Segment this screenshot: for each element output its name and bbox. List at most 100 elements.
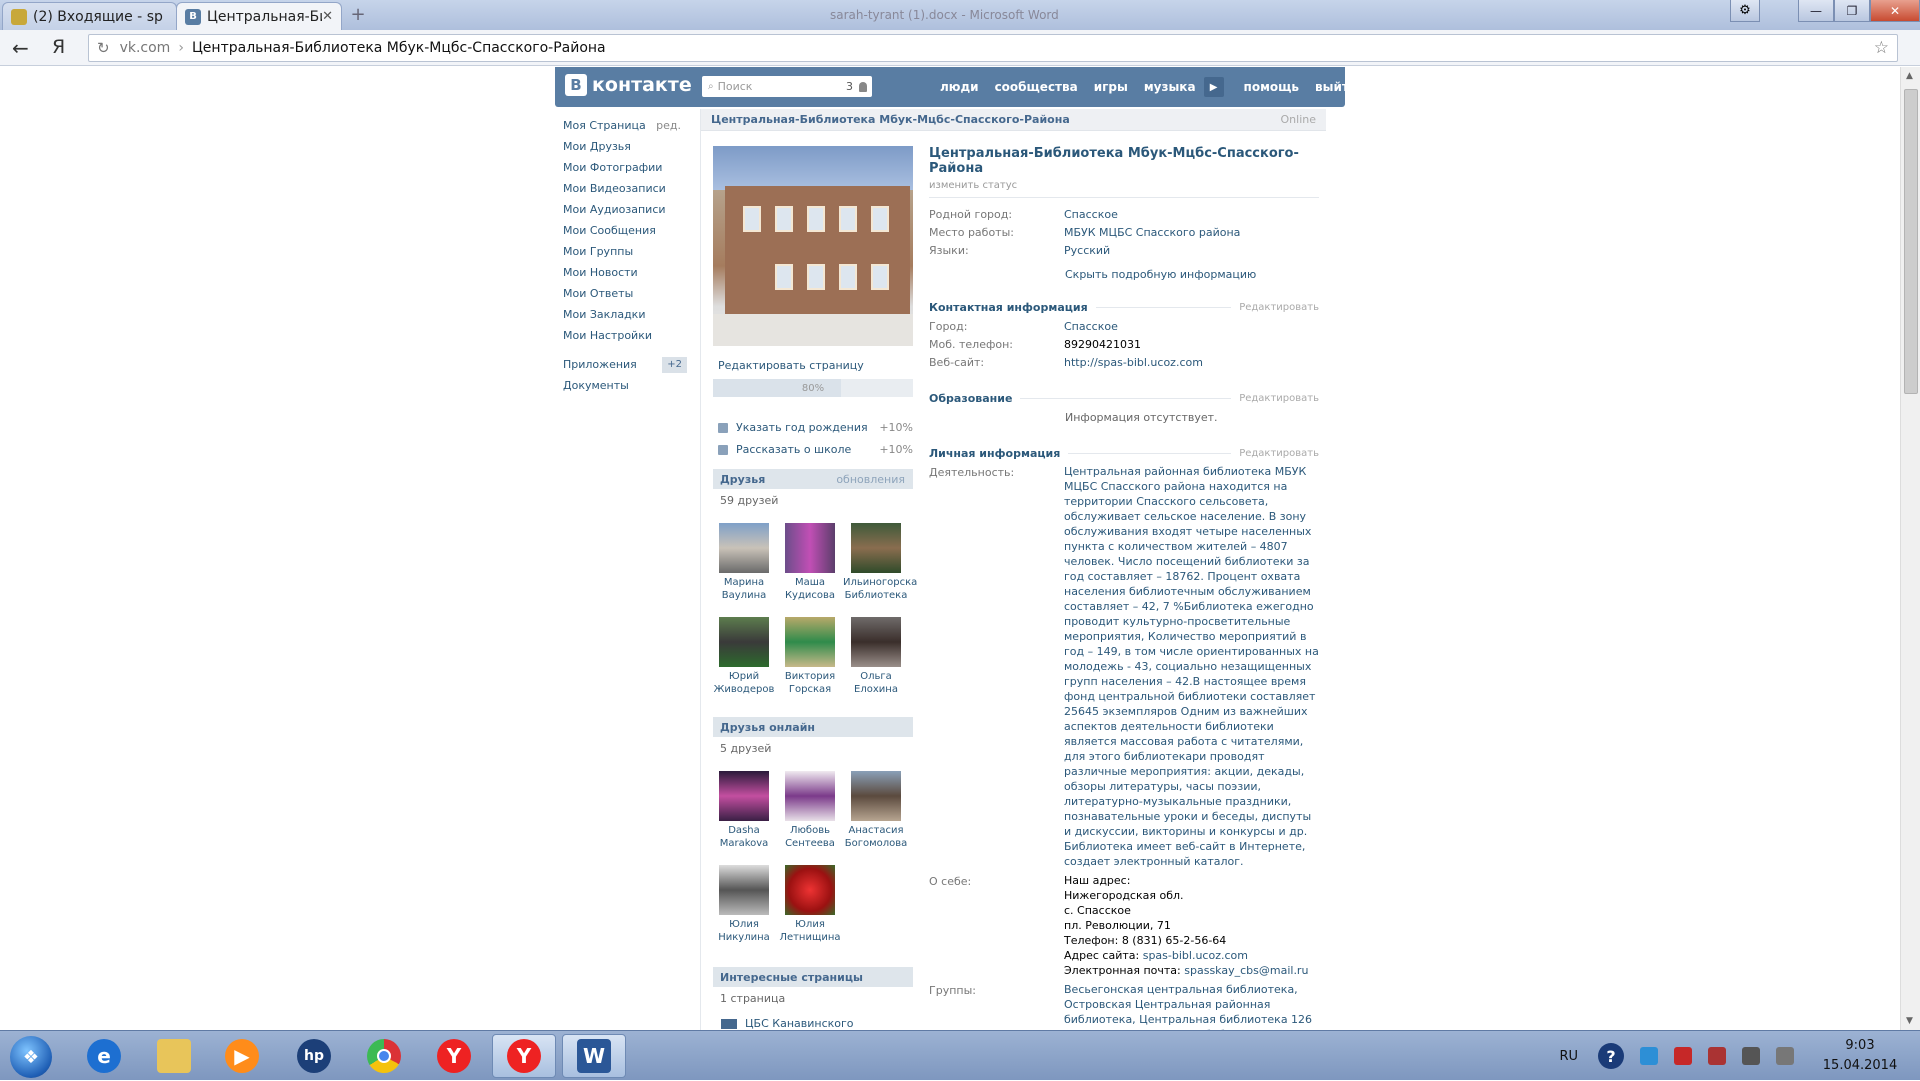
city-link[interactable]: Спасское (1064, 318, 1118, 336)
taskbar-chrome[interactable] (352, 1034, 416, 1078)
edit-contact-link[interactable]: Редактировать (1239, 302, 1319, 313)
friend-card[interactable]: Маша Кудисова (777, 523, 843, 602)
taskbar-ie[interactable]: e (72, 1034, 136, 1078)
close-button[interactable]: ✕ (1870, 0, 1920, 22)
network-icon[interactable] (1742, 1047, 1760, 1065)
scroll-up-icon[interactable]: ▲ (1906, 71, 1913, 81)
section-title: Образование (929, 392, 1013, 405)
taskbar-explorer[interactable] (142, 1034, 206, 1078)
back-arrow-icon[interactable]: ← (12, 36, 29, 60)
online-status: Online (1280, 113, 1316, 126)
tip-school[interactable]: Рассказать о школе +10% (718, 443, 913, 456)
reload-icon[interactable]: ↻ (97, 39, 110, 57)
friend-card[interactable]: Анастасия Богомолова (843, 771, 909, 850)
friend-card[interactable]: Юлия Летнищина (777, 865, 843, 944)
nav-help[interactable]: помощь (1244, 80, 1299, 94)
nav-communities[interactable]: сообщества (995, 80, 1078, 94)
info-key: Родной город: (929, 208, 1013, 221)
friend-card[interactable]: Ильиногорска Библиотека (843, 523, 917, 602)
menu-my-news[interactable]: Мои Новости (563, 262, 693, 283)
menu-my-groups[interactable]: Мои Группы (563, 241, 693, 262)
menu-documents[interactable]: Документы (563, 375, 693, 396)
friend-last-name: Библиотека (844, 590, 908, 601)
start-button[interactable]: ❖ (10, 1036, 52, 1078)
profile-name: Центральная-Библиотека Мбук-Мцбс-Спасско… (929, 146, 1299, 176)
language-link[interactable]: Русский (1064, 242, 1110, 260)
online-friends-header[interactable]: Друзья онлайн (713, 717, 913, 737)
taskbar-word[interactable]: W (562, 1034, 626, 1078)
hide-details-link[interactable]: Скрыть подробную информацию (1065, 268, 1319, 281)
edit-personal-link[interactable]: Редактировать (1239, 448, 1319, 459)
scroll-thumb[interactable] (1904, 89, 1918, 394)
about-site-link[interactable]: spas-bibl.ucoz.com (1143, 949, 1248, 962)
interesting-page-item[interactable]: ЦБС Канавинского (721, 1017, 854, 1030)
nav-music[interactable]: музыка (1144, 80, 1196, 94)
bookmark-star-icon[interactable]: ☆ (1874, 38, 1889, 58)
minimize-button[interactable]: — (1798, 0, 1834, 22)
clock[interactable]: 9:03 15.04.2014 (1820, 1036, 1900, 1076)
language-indicator[interactable]: RU (1559, 1049, 1578, 1064)
menu-my-photos[interactable]: Мои Фотографии (563, 157, 693, 178)
volume-icon[interactable] (1776, 1047, 1794, 1065)
yandex-logo-icon[interactable]: Я (52, 36, 65, 58)
taskbar-yandex-browser[interactable]: Y (492, 1034, 556, 1078)
menu-my-messages[interactable]: Мои Сообщения (563, 220, 693, 241)
friend-card[interactable]: Виктория Горская (777, 617, 843, 696)
vk-search-input[interactable]: ⌕ Поиск 3 (702, 76, 872, 97)
friend-card[interactable]: Ольга Елохина (843, 617, 909, 696)
friend-card[interactable]: Dasha Marakova (711, 771, 777, 850)
workplace-link[interactable]: МБУК МЦБС Спасского района (1064, 224, 1240, 242)
about-mail-link[interactable]: spasskay_cbs@mail.ru (1184, 964, 1308, 977)
system-tray: RU ? 9:03 15.04.2014 (1559, 1031, 1900, 1081)
friend-card[interactable]: Юлия Никулина (711, 865, 777, 944)
network-share-icon[interactable] (1640, 1047, 1658, 1065)
profile-photo[interactable] (713, 146, 913, 346)
address-bar[interactable]: ↻ vk.com › Центральная-Библиотека Мбук-М… (88, 34, 1898, 62)
menu-my-page[interactable]: Моя Страница ред. (563, 115, 693, 136)
menu-my-settings[interactable]: Мои Настройки (563, 325, 693, 346)
menu-apps[interactable]: Приложения +2 (563, 354, 693, 375)
friend-card[interactable]: Юрий Живодеров (711, 617, 777, 696)
groups-list[interactable]: Весьегонская центральная библиотека, Ост… (1064, 982, 1319, 1030)
hometown-link[interactable]: Спасское (1064, 206, 1118, 224)
maximize-button[interactable]: ❐ (1834, 0, 1870, 22)
nav-games[interactable]: игры (1094, 80, 1128, 94)
nav-people[interactable]: люди (940, 80, 979, 94)
taskbar-media[interactable]: ▶ (210, 1034, 274, 1078)
tab-mail[interactable]: (2) Входящие - sp (2, 2, 177, 30)
settings-gear-icon[interactable]: ⚙ (1730, 0, 1760, 22)
menu-my-answers[interactable]: Мои Ответы (563, 283, 693, 304)
taskbar-yandex[interactable]: Y (422, 1034, 486, 1078)
friend-card[interactable]: Любовь Сентеева (777, 771, 843, 850)
activity-text[interactable]: Центральная районная библиотека МБУК МЦБ… (1064, 464, 1319, 869)
friend-card[interactable]: Марина Ваулина (711, 523, 777, 602)
page-scrollbar[interactable]: ▲ ▼ (1900, 67, 1920, 1030)
change-status-link[interactable]: изменить статус (929, 180, 1319, 191)
new-tab-button[interactable]: + (345, 4, 371, 25)
taskbar-hp[interactable]: hp (282, 1034, 346, 1078)
website-link[interactable]: http://spas-bibl.ucoz.com (1064, 354, 1203, 372)
antivirus-icon[interactable] (1674, 1047, 1692, 1065)
menu-my-friends[interactable]: Мои Друзья (563, 136, 693, 157)
menu-edit-link[interactable]: ред. (656, 115, 681, 136)
scroll-down-icon[interactable]: ▼ (1906, 1016, 1913, 1026)
info-row: Моб. телефон: 89290421031 (929, 336, 1319, 354)
menu-my-audio[interactable]: Мои Аудиозаписи (563, 199, 693, 220)
tab-vk[interactable]: В Центральная-Би ✕ (176, 2, 342, 30)
help-icon[interactable]: ? (1598, 1043, 1624, 1069)
tab-close-icon[interactable]: ✕ (322, 9, 333, 24)
flag-alert-icon[interactable] (1708, 1047, 1726, 1065)
tip-birth-year[interactable]: Указать год рождения +10% (718, 421, 913, 434)
edit-page-link[interactable]: Редактировать страницу (718, 359, 864, 372)
friends-header[interactable]: Друзья обновления (713, 469, 913, 489)
interesting-pages-header[interactable]: Интересные страницы (713, 967, 913, 987)
menu-my-videos[interactable]: Мои Видеозаписи (563, 178, 693, 199)
vk-logo[interactable]: В контакте (565, 74, 692, 96)
tab-label: Центральная-Би (207, 8, 323, 25)
play-icon[interactable]: ▶ (1203, 77, 1224, 97)
edit-education-link[interactable]: Редактировать (1239, 393, 1319, 404)
nav-logout[interactable]: выйти (1315, 80, 1357, 94)
menu-my-bookmarks[interactable]: Мои Закладки (563, 304, 693, 325)
friends-updates-link[interactable]: обновления (836, 473, 905, 486)
about-row: О себе: Наш адрес: Нижегородская обл. с.… (929, 873, 1319, 978)
